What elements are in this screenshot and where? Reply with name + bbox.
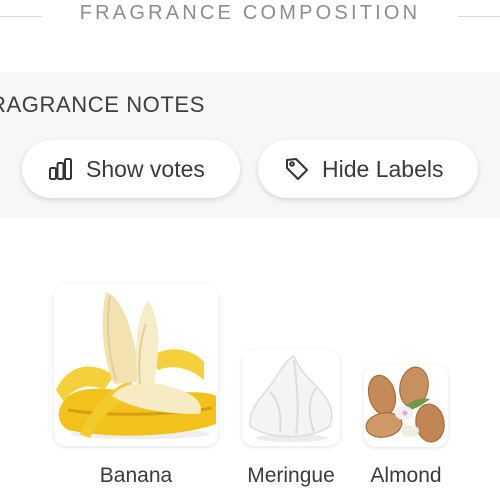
hide-labels-label: Hide Labels: [322, 155, 444, 182]
almond-image: [365, 366, 445, 443]
banana-image: [56, 292, 216, 439]
note-label-almond: Almond: [370, 464, 442, 487]
section-title: FRAGRANCE COMPOSITION: [79, 2, 421, 24]
note-card-banana[interactable]: [54, 284, 218, 446]
show-votes-button[interactable]: Show votes: [22, 140, 240, 198]
tag-icon: [286, 158, 308, 180]
note-card-meringue[interactable]: [242, 350, 340, 446]
meringue-image: [249, 355, 333, 442]
note-label-banana: Banana: [99, 464, 173, 487]
note-card-almond[interactable]: [364, 365, 448, 447]
show-votes-label: Show votes: [86, 155, 205, 182]
note-label-meringue: Meringue: [247, 464, 335, 487]
top-strip: FRAGRANCE COMPOSITION: [0, 0, 500, 72]
bar-chart-icon: [49, 158, 72, 180]
divider-right: [458, 16, 500, 17]
notes-heading: RAGRANCE NOTES: [0, 92, 205, 117]
hide-labels-button[interactable]: Hide Labels: [258, 140, 478, 198]
